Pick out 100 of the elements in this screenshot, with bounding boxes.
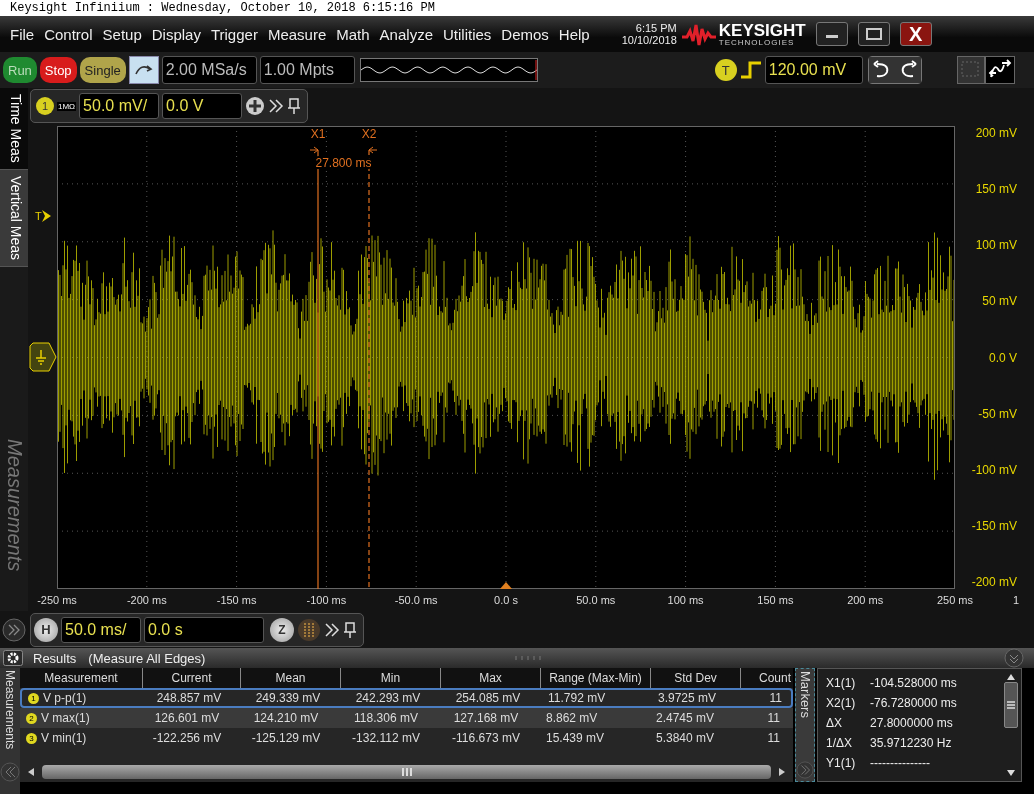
- horizontal-position-field[interactable]: 0.0 s: [144, 616, 264, 643]
- table-cell-text: 254.085 mV: [454, 691, 522, 705]
- minimize-button[interactable]: [815, 22, 848, 46]
- cursor-line[interactable]: [368, 149, 370, 589]
- column-header[interactable]: Range (Max-Min): [541, 668, 651, 688]
- bars-icon[interactable]: [297, 617, 321, 642]
- logo-name: KEYSIGHT: [718, 21, 806, 39]
- memory-depth-field[interactable]: 1.00 Mpts: [259, 56, 355, 84]
- table-row[interactable]: 3 V min(1) -122.256 mV -125.129 mV -132.112 mV -116.673 mV 15.439 mV 5.3840 mV 11: [20, 728, 793, 748]
- redo-button[interactable]: [894, 57, 921, 83]
- waveform-overview[interactable]: [359, 58, 538, 82]
- trigger-level-field[interactable]: 120.00 mV: [764, 56, 863, 84]
- double-chevron-icon[interactable]: [268, 98, 285, 114]
- vertical-offset-field[interactable]: 0.0 V: [162, 93, 243, 119]
- table-cell-text: 11: [766, 731, 781, 745]
- expand-icon[interactable]: [2, 617, 26, 642]
- y-axis-label: 100 mV: [975, 238, 1017, 253]
- zoom-button[interactable]: Z: [270, 617, 294, 642]
- column-header[interactable]: Current: [143, 668, 241, 688]
- vertical-scale-field[interactable]: 50.0 mV/: [79, 93, 160, 119]
- horizontal-badge[interactable]: H: [34, 617, 58, 642]
- arrow-icon: [309, 146, 319, 154]
- rising-edge-icon: [739, 60, 762, 80]
- menu-item[interactable]: File: [10, 25, 35, 43]
- measurement-index-badge: 2: [26, 712, 37, 724]
- collapse-icon[interactable]: [1004, 648, 1024, 668]
- side-tab[interactable]: Time Meas: [0, 88, 28, 170]
- trigger-badge[interactable]: T: [714, 59, 737, 81]
- pin-icon[interactable]: [343, 620, 357, 639]
- cursor-line[interactable]: [317, 149, 319, 589]
- menu-item[interactable]: Measure: [267, 25, 327, 43]
- horizontal-scrollbar[interactable]: [42, 765, 771, 779]
- column-header[interactable]: Mean: [241, 668, 341, 688]
- column-header[interactable]: Std Dev: [651, 668, 741, 688]
- results-title: Results: [33, 650, 77, 666]
- acquisition-button[interactable]: Stop: [39, 57, 77, 83]
- menu-item[interactable]: Control: [44, 25, 93, 43]
- dotted-box-icon: [959, 60, 982, 80]
- acquisition-button[interactable]: Single: [79, 57, 126, 83]
- menu-item[interactable]: Demos: [501, 25, 549, 43]
- channel-label: 1: [1013, 594, 1020, 606]
- table-cell-text: 2.4745 mV: [655, 711, 716, 725]
- scroll-down-icon[interactable]: [1006, 769, 1016, 777]
- menu-item[interactable]: Display: [151, 25, 201, 43]
- table-cell-text: 11: [768, 691, 783, 705]
- maximize-button[interactable]: [857, 22, 890, 46]
- scroll-left-icon[interactable]: [26, 767, 36, 777]
- marker-label: X2(1): [826, 696, 857, 710]
- menu-item[interactable]: Setup: [102, 25, 142, 43]
- ground-marker-icon[interactable]: [29, 342, 57, 372]
- close-button[interactable]: X: [899, 22, 932, 46]
- table-cell-text: 8.862 mV: [545, 711, 599, 725]
- table-cell-text: 3.9725 mV: [657, 691, 718, 705]
- scroll-right-icon[interactable]: [777, 767, 787, 777]
- clock-time: 6:15 PM: [635, 22, 677, 34]
- marker-value: -76.7280000 ms: [870, 696, 957, 710]
- grip-icon: [400, 767, 413, 777]
- grip-icon: [1006, 700, 1016, 710]
- sample-rate-field[interactable]: 2.00 MSa/s: [161, 56, 257, 84]
- table-cell-text: V max(1): [40, 711, 91, 725]
- table-cell-text: 242.293 mV: [354, 691, 422, 705]
- marker-label: ΔX: [826, 716, 844, 730]
- horizontal-scale-field[interactable]: 50.0 ms/: [61, 616, 141, 643]
- results-subtitle: (Measure All Edges): [88, 650, 206, 666]
- autoscale-button[interactable]: [128, 56, 159, 84]
- side-tab[interactable]: Vertical Meas: [0, 169, 28, 267]
- column-header[interactable]: Max: [441, 668, 541, 688]
- menu-item[interactable]: Math: [336, 25, 370, 43]
- y-axis-label: -100 mV: [971, 462, 1017, 477]
- column-header[interactable]: Measurement: [20, 668, 143, 688]
- column-header[interactable]: Min: [341, 668, 441, 688]
- table-cell-text: -132.112 mV: [351, 731, 421, 745]
- table-row[interactable]: 2 V max(1) 126.601 mV 124.210 mV 118.306 mV 127.168 mV 8.862 mV 2.4745 mV 11: [20, 708, 793, 728]
- y-axis-label: -150 mV: [971, 518, 1017, 533]
- undo-button[interactable]: [868, 57, 895, 83]
- x-axis-label: -200 ms: [125, 594, 168, 606]
- double-chevron-icon[interactable]: [324, 621, 340, 638]
- maximize-icon: [865, 28, 882, 40]
- channel-badge[interactable]: 1: [36, 97, 54, 115]
- cursor-label: X1: [310, 127, 326, 141]
- collapse-icon[interactable]: [0, 762, 20, 782]
- trigger-position-marker[interactable]: [500, 582, 512, 589]
- x-axis-label: -100 ms: [305, 594, 348, 606]
- add-icon[interactable]: [245, 96, 266, 116]
- settings-icon[interactable]: [3, 650, 23, 666]
- vertical-scrollbar[interactable]: [1004, 682, 1018, 728]
- y-axis-label: 200 mV: [975, 126, 1017, 140]
- table-row[interactable]: 1 V p-p(1) 248.857 mV 249.339 mV 242.293 mV 254.085 mV 11.792 mV 3.9725 mV 11: [20, 688, 793, 708]
- waveform-arrows-button[interactable]: [984, 56, 1015, 84]
- column-header[interactable]: Count: [741, 668, 791, 688]
- menu-item[interactable]: Trigger: [210, 25, 258, 43]
- menu-item[interactable]: Help: [558, 25, 590, 43]
- marker-value: ---------------: [870, 756, 930, 770]
- table-cell-text: 126.601 mV: [153, 711, 221, 725]
- impedance-label: 1MΩ: [57, 101, 77, 111]
- menu-item[interactable]: Analyze: [379, 25, 433, 43]
- table-cell-text: -125.129 mV: [250, 731, 322, 745]
- pin-icon[interactable]: [287, 97, 302, 115]
- menu-item[interactable]: Utilities: [443, 25, 492, 43]
- cursor-label: X2: [361, 127, 377, 141]
